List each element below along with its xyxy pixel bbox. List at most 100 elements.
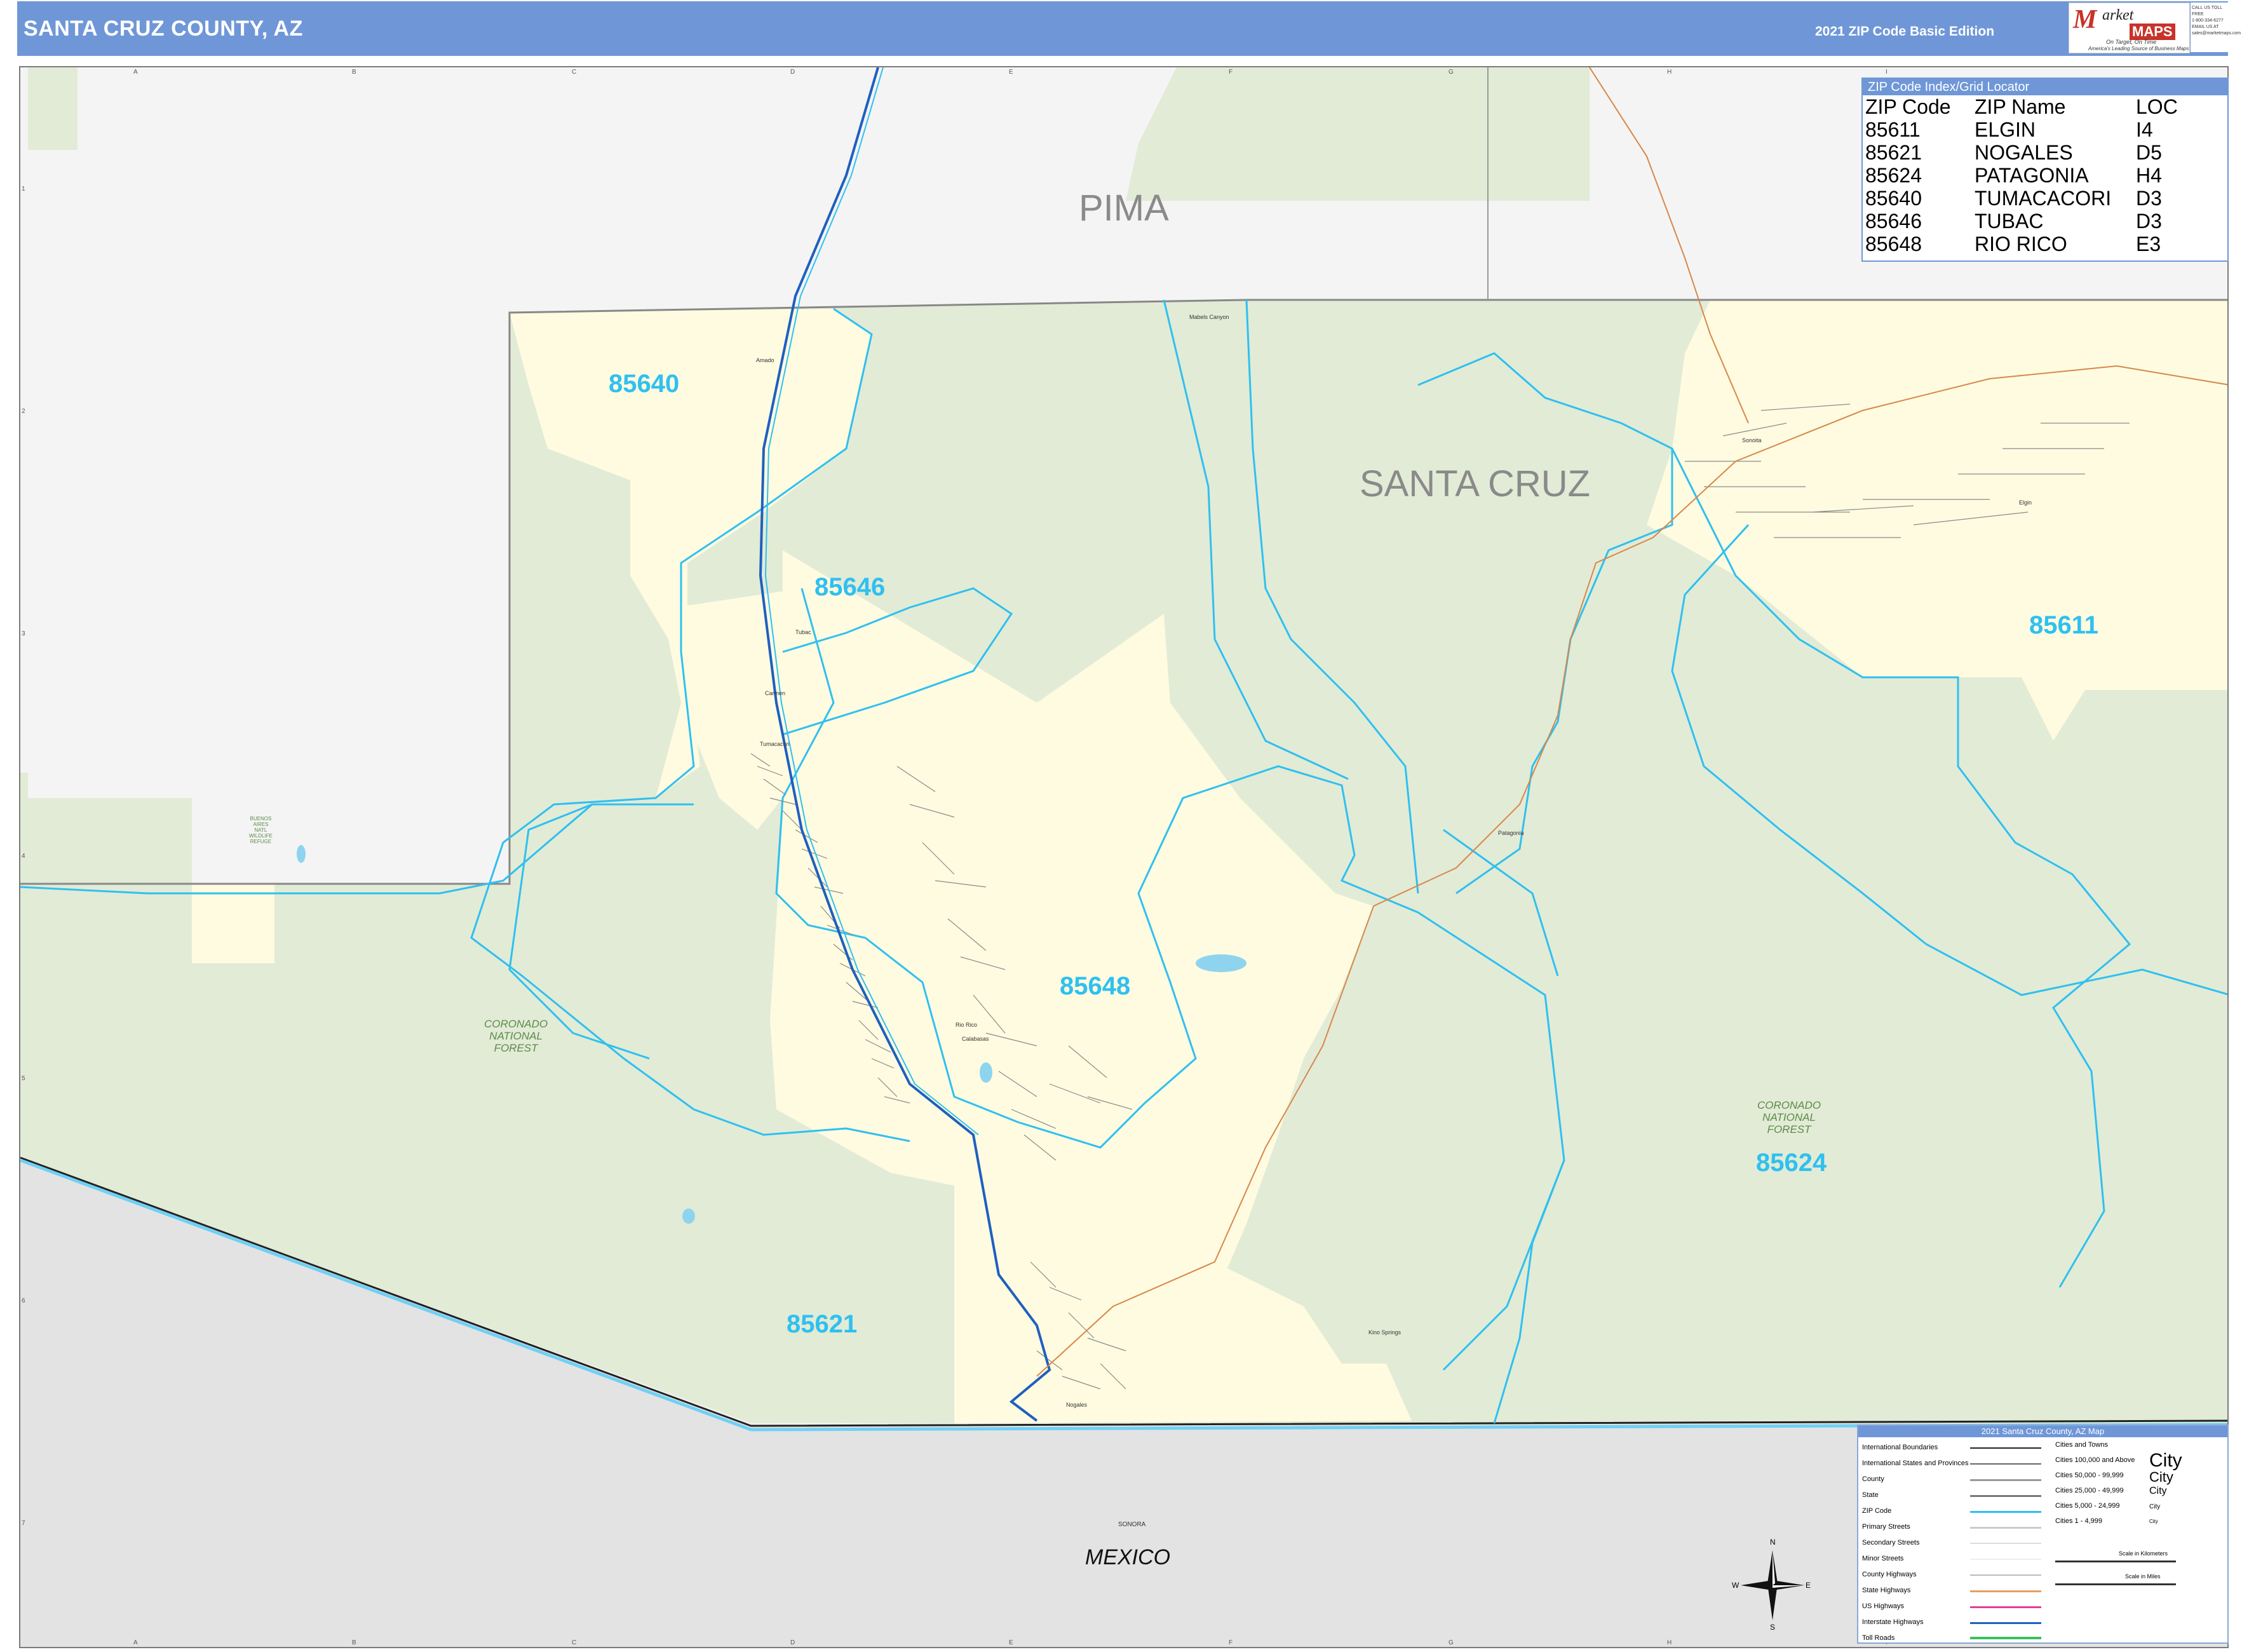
edition-label: 2021 ZIP Code Basic Edition — [1815, 24, 1995, 39]
forest-north — [1126, 67, 1590, 201]
legend-item: Toll Roads — [1862, 1634, 1895, 1642]
legend-swatch — [1970, 1559, 2041, 1560]
grid-col-H-bottom: H — [1667, 1639, 1672, 1646]
forest-label-west: CORONADO NATIONAL FOREST — [484, 1018, 548, 1054]
cities-title: Cities and Towns — [2055, 1441, 2108, 1449]
legend-swatch — [1970, 1463, 2041, 1465]
outside-west — [28, 67, 510, 884]
town-tubac: Tubac — [795, 629, 811, 635]
zip-label-85648: 85648 — [1060, 972, 1131, 1000]
locator-header-zip: ZIP Code — [1865, 95, 1951, 118]
region-label-sonora: SONORA — [1118, 1521, 1146, 1528]
town-rio-rico: Rio Rico — [956, 1022, 978, 1028]
grid-row-5: 5 — [22, 1075, 25, 1082]
logo-tagline-2: America's Leading Source of Business Map… — [2088, 46, 2189, 51]
city-sample: City — [2149, 1503, 2161, 1510]
locator-zip: 85611 — [1865, 118, 1921, 141]
grid-col-B: B — [352, 69, 356, 76]
logo-maps: MAPS — [2130, 24, 2175, 40]
grid-row-2: 2 — [22, 408, 25, 415]
legend-item: County Highways — [1862, 1571, 1917, 1578]
legend-item: International States and Provinces — [1862, 1459, 1969, 1467]
compass-n: N — [1770, 1538, 1776, 1547]
grid-row-1: 1 — [22, 186, 25, 193]
market-maps-logo: M arket MAPS On Target, On Time America'… — [2069, 3, 2190, 53]
grid-col-E: E — [1009, 69, 1013, 76]
zip-label-85611: 85611 — [2029, 611, 2099, 639]
grid-col-C-bottom: C — [572, 1639, 577, 1646]
locator-zip: 85646 — [1865, 210, 1922, 233]
town-carmen: Carmen — [765, 690, 786, 696]
grid-col-F-bottom: F — [1229, 1639, 1233, 1646]
locator-loc: D5 — [2136, 141, 2162, 164]
locator-loc: E3 — [2136, 233, 2161, 255]
legend-swatch — [1970, 1447, 2041, 1449]
legend-swatch — [1970, 1574, 2041, 1576]
town-amado: Amado — [756, 357, 774, 363]
grid-row-4: 4 — [22, 853, 25, 860]
legend-item: Interstate Highways — [1862, 1618, 1924, 1626]
legend-item: Secondary Streets — [1862, 1539, 1920, 1547]
locator-title: ZIP Code Index/Grid Locator — [1863, 79, 2227, 95]
zip-label-85640: 85640 — [609, 370, 680, 398]
pena-blanca-lake — [1196, 954, 1246, 972]
locator-name: ELGIN — [1975, 118, 2036, 141]
logo-m: M — [2073, 5, 2097, 34]
small-lake — [297, 845, 306, 863]
locator-loc: H4 — [2136, 164, 2162, 187]
map-frame[interactable]: A B C D E F G H I A B C D E F G H I 1 2 … — [19, 66, 2229, 1648]
locator-zip: 85621 — [1865, 141, 1922, 164]
locator-name: RIO RICO — [1975, 233, 2067, 255]
county-label-santa-cruz: SANTA CRUZ — [1360, 463, 1591, 504]
legend-swatch — [1970, 1543, 2041, 1544]
south-lake — [682, 1209, 695, 1224]
legend-swatch — [1970, 1511, 2041, 1513]
legend-swatch — [1970, 1622, 2041, 1624]
grid-row-7: 7 — [22, 1520, 25, 1527]
grid-col-E-bottom: E — [1009, 1639, 1013, 1646]
locator-loc: D3 — [2136, 210, 2162, 233]
grid-col-C: C — [572, 69, 577, 76]
scale-miles-label: Scale in Miles — [2125, 1573, 2161, 1580]
legend-swatch — [1970, 1637, 2041, 1639]
legend-item: Primary Streets — [1862, 1523, 1910, 1531]
grid-col-D-bottom: D — [790, 1639, 795, 1646]
locator-row: 85621 NOGALES D5 — [1865, 141, 2178, 164]
contact-info: CALL US TOLL FREE 1-800-334-6277 EMAIL U… — [2191, 3, 2241, 52]
city-sample: City — [2149, 1469, 2173, 1485]
contact-line: 1-800-334-6277 — [2192, 18, 2224, 23]
reserve-label: BUENOS AIRES NATL WILDLIFE REFUGE — [249, 816, 273, 844]
scale-miles-bar — [2055, 1583, 2176, 1585]
locator-name: NOGALES — [1975, 141, 2073, 164]
county-label-pima: PIMA — [1079, 187, 1169, 229]
town-sonoita: Sonoita — [1742, 437, 1762, 443]
legend-item: Minor Streets — [1862, 1555, 1904, 1562]
map-canvas[interactable] — [20, 67, 2229, 1648]
legend-swatch — [1970, 1527, 2041, 1529]
city-row: Cities 25,000 - 49,999 — [2055, 1487, 2124, 1494]
locator-name: PATAGONIA — [1975, 164, 2089, 187]
logo-market: arket — [2102, 7, 2134, 24]
locator-row: 85624 PATAGONIA H4 — [1865, 164, 2178, 187]
legend-item: State Highways — [1862, 1587, 1911, 1594]
locator-loc: D3 — [2136, 187, 2162, 210]
grid-row-6: 6 — [22, 1297, 25, 1304]
town-patagonia: Patagonia — [1498, 830, 1524, 836]
map-legend: 2021 Santa Cruz County, AZ Map Internati… — [1857, 1425, 2229, 1644]
locator-header-row: ZIP Code ZIP Name LOC — [1865, 95, 2178, 118]
locator-name: TUBAC — [1975, 210, 2044, 233]
locator-row: 85640 TUMACACORI D3 — [1865, 187, 2178, 210]
forest-small-nw — [28, 67, 78, 150]
country-label-mexico: MEXICO — [1085, 1545, 1171, 1569]
legend-item: ZIP Code — [1862, 1507, 1892, 1515]
legend-item: International Boundaries — [1862, 1444, 1938, 1451]
legend-item: US Highways — [1862, 1602, 1905, 1610]
town-elgin: Elgin — [2019, 499, 2032, 506]
grid-col-A-bottom: A — [133, 1639, 138, 1646]
town-mabels-canyon: Mabels Canyon — [1189, 314, 1229, 320]
town-kino-springs: Kino Springs — [1368, 1329, 1401, 1336]
legend-item: State — [1862, 1491, 1879, 1499]
legend-title: 2021 Santa Cruz County, AZ Map — [1858, 1426, 2227, 1437]
legend-swatch — [1970, 1495, 2041, 1497]
locator-loc: I4 — [2136, 118, 2153, 141]
